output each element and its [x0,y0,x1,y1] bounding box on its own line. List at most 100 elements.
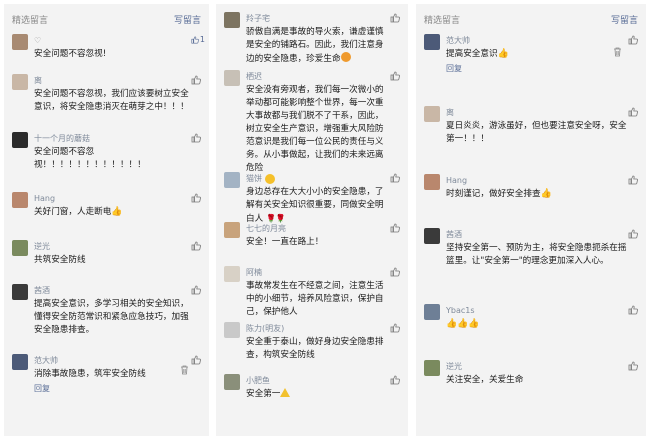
thumbs-up-icon [191,75,201,85]
like-button[interactable] [628,35,642,47]
avatar[interactable] [12,74,28,90]
avatar[interactable] [424,34,440,50]
comment-text: 坚持安全第一、预防为主，将安全隐患扼杀在摇篮里。让"安全第一"的理念更加深入人心… [446,243,627,266]
comment-item: 小肥鱼 安全第一 [216,374,408,414]
comment-item: 阿楠 事故常发生在不经意之间，注意生活中的小细节，培养风险意识，保护自己，保护他… [216,266,408,322]
like-button[interactable] [191,75,205,87]
avatar[interactable] [12,192,28,208]
comment-item: 离 夏日炎炎，游泳虽好，但也要注意安全呀，安全第一！！！ [416,106,646,174]
thumbs-up-icon [191,241,201,251]
thumbs-up-icon [191,285,201,295]
thumbs-up-emoji-icon: 👍👍👍 [446,319,480,329]
comment-text: 夏日炎炎，游泳虽好，但也要注意安全呀，安全第一！！！ [446,121,627,144]
section-title: 精选留言 [12,15,49,26]
comments-panel-left: 精选留言 写留言 ♡ 安全问题不容忽视! 1 离 安全问题不容忽视，我们应该要树… [4,4,209,436]
like-button[interactable] [191,285,205,297]
like-button[interactable]: 1 [191,35,205,47]
delete-button[interactable] [180,360,189,379]
thumbs-up-icon [390,223,400,233]
commenter-name: 逆光 [446,362,462,371]
comment-text: 消除事故隐患，筑牢安全防线 [34,369,146,379]
comment-item: 栖迟 安全没有旁观者，我们每一次微小的举动都可能影响整个世界，每一次重大事故都与… [216,70,408,173]
comment-text: 安全问题不容忽视! [34,49,107,59]
commenter-name: 十一个月的蘑菇 [34,134,90,143]
comment-item: 逆光 共筑安全防线 [4,240,209,284]
commenter-name: 范大帅 [446,36,470,45]
avatar[interactable] [12,132,28,148]
commenter-name: 逆光 [34,242,50,251]
thumbs-up-icon [390,323,400,333]
section-title: 精选留言 [424,15,461,26]
comment-text: 关好门窗，人走断电👍 [34,207,123,217]
reply-link[interactable]: 回复 [34,383,191,394]
like-button[interactable] [628,229,642,241]
reply-link[interactable]: 回复 [446,63,628,74]
commenter-name: ♡ [34,34,191,48]
like-button[interactable] [628,175,642,187]
comment-item: 茜酒 提高安全意识，多学习相关的安全知识，懂得安全防范常识和紧急应急技巧，加强安… [4,284,209,354]
avatar[interactable] [12,240,28,256]
thumbs-up-emoji-icon: 👍 [111,207,123,217]
avatar[interactable] [424,228,440,244]
avatar[interactable] [224,172,240,188]
write-comment-link[interactable]: 写留言 [611,13,638,26]
comment-text: 身边总存在大大小小的安全隐患，了解有关安全知识很重要，同做安全明白人 🌹🌹 [246,187,384,224]
like-button[interactable] [628,361,642,373]
comments-panel-right: 精选留言 写留言 范大帅 提高安全意识👍 回复 离 夏日炎炎，游泳虽好，但也要注… [416,4,646,436]
comment-text: 安全重于泰山，做好身边安全隐患排查，构筑安全防线 [246,337,384,360]
comment-text: 共筑安全防线 [34,255,86,265]
commenter-name: 离 [446,108,454,117]
avatar[interactable] [224,374,240,390]
like-button[interactable] [628,305,642,317]
write-comment-link[interactable]: 写留言 [174,13,201,26]
like-button[interactable] [191,193,205,205]
delete-button[interactable] [613,42,622,61]
like-button[interactable] [390,71,404,83]
comment-item: 范大帅 消除事故隐患，筑牢安全防线 回复 [4,354,209,404]
smile-emoji-icon [340,52,351,62]
like-button[interactable] [390,13,404,25]
thumbs-up-icon [628,361,638,371]
avatar[interactable] [224,222,240,238]
comment-item: 陈力(明友) 安全重于泰山，做好身边安全隐患排查，构筑安全防线 [216,322,408,374]
comment-item: Hang 时刻谨记，做好安全排查👍 [416,174,646,228]
avatar[interactable] [224,322,240,338]
avatar[interactable] [424,360,440,376]
thumbs-up-icon [390,375,400,385]
thumbs-up-icon [628,35,638,45]
avatar[interactable] [224,12,240,28]
comment-text: 安全第一 [246,388,390,401]
thumbs-up-icon [628,107,638,117]
avatar[interactable] [12,284,28,300]
thumbs-up-icon [191,36,199,44]
like-button[interactable] [191,133,205,145]
comment-text: 骄傲自满是事故的导火索，谦虚谨慎是安全的铺路石。因此，我们注意身边的安全隐患，珍… [246,27,384,64]
like-button[interactable] [390,323,404,335]
like-button[interactable] [390,223,404,235]
like-button[interactable] [390,267,404,279]
avatar[interactable] [224,70,240,86]
comments-header: 精选留言 写留言 [4,4,209,34]
like-button[interactable] [191,241,205,253]
avatar[interactable] [424,174,440,190]
like-button[interactable] [628,107,642,119]
avatar[interactable] [424,106,440,122]
thumbs-up-icon [191,355,201,365]
commenter-name: Hang [446,176,468,185]
like-button[interactable] [390,173,404,185]
comment-item: 猫饼 身边总存在大大小小的安全隐患，了解有关安全知识很重要，同做安全明白人 🌹🌹 [216,172,408,224]
thumbs-up-icon [390,71,400,81]
like-button[interactable] [191,355,205,367]
avatar[interactable] [424,304,440,320]
thumbs-up-icon [390,13,400,23]
comment-text: 关注安全，关爱生命 [446,375,524,385]
avatar[interactable] [224,266,240,282]
commenter-name: 阿楠 [246,268,262,277]
commenter-name: 陈力(明友) [246,324,285,333]
comment-item: ♡ 安全问题不容忽视! 1 [4,34,209,74]
like-button[interactable] [390,375,404,387]
avatar[interactable] [12,354,28,370]
thumbs-up-emoji-icon: 👍 [540,189,552,199]
avatar[interactable] [12,34,28,50]
comment-item: 茜酒 坚持安全第一、预防为主，将安全隐患扼杀在摇篮里。让"安全第一"的理念更加深… [416,228,646,304]
